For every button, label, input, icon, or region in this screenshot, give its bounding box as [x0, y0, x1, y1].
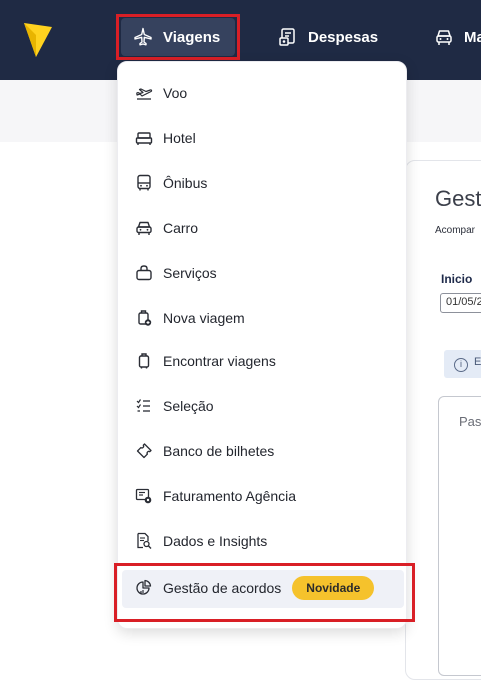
car-icon [434, 27, 454, 47]
report-search-icon [135, 532, 153, 550]
menu-item-label: Hotel [163, 130, 196, 146]
highlight-frame-viagens [116, 14, 240, 60]
menu-item-banco-de-bilhetes[interactable]: Banco de bilhetes [135, 440, 274, 462]
panel-label: Pas [459, 414, 481, 429]
receipt-icon [278, 27, 298, 47]
menu-item-label: Nova viagem [163, 310, 245, 326]
bus-icon [135, 174, 153, 192]
menu-item-servicos[interactable]: Serviços [135, 262, 217, 284]
nav-despesas-label: Despesas [308, 28, 379, 46]
car-icon [135, 219, 153, 237]
menu-item-label: Encontrar viagens [163, 353, 276, 369]
menu-item-encontrar-viagens[interactable]: Encontrar viagens [135, 350, 276, 372]
bag-icon [135, 264, 153, 282]
invoice-gear-icon [135, 487, 153, 505]
menu-item-label: Faturamento Agência [163, 488, 297, 504]
info-icon: i [454, 358, 468, 372]
page-title: Gest [435, 186, 481, 211]
plane-takeoff-icon [135, 84, 153, 102]
luggage-icon [135, 352, 153, 370]
highlight-frame-gestao-de-acordos [114, 563, 415, 622]
nav-more-label: Ma [464, 28, 481, 46]
menu-item-onibus[interactable]: Ônibus [135, 172, 207, 194]
menu-item-faturamento-agencia[interactable]: Faturamento Agência [135, 485, 296, 507]
menu-item-carro[interactable]: Carro [135, 217, 198, 239]
menu-item-label: Banco de bilhetes [163, 443, 275, 459]
menu-item-selecao[interactable]: Seleção [135, 395, 214, 417]
bed-icon [135, 129, 153, 147]
menu-item-nova-viagem[interactable]: Nova viagem [135, 307, 245, 329]
luggage-add-icon [135, 309, 153, 327]
menu-item-hotel[interactable]: Hotel [135, 127, 196, 149]
menu-item-voo[interactable]: Voo [135, 82, 187, 104]
menu-item-label: Serviços [163, 265, 217, 281]
info-text: E [474, 356, 481, 368]
info-banner: iE [444, 350, 481, 378]
menu-item-label: Carro [163, 220, 199, 236]
nav-despesas[interactable]: Despesas [278, 18, 378, 56]
menu-item-label: Dados e Insights [163, 533, 268, 549]
logo-arrow-icon[interactable] [22, 17, 54, 59]
start-date-label: Inicio [441, 272, 473, 286]
menu-item-label: Ônibus [163, 175, 208, 191]
start-date-input[interactable]: 01/05/2 [440, 293, 481, 313]
checklist-icon [135, 397, 153, 415]
menu-item-dados-e-insights[interactable]: Dados e Insights [135, 530, 267, 552]
page-subtitle: Acompar [435, 225, 476, 236]
menu-item-label: Voo [163, 85, 188, 101]
ticket-icon [135, 442, 153, 460]
menu-item-label: Seleção [163, 398, 214, 414]
nav-more[interactable]: Ma [434, 18, 481, 56]
content-panel [438, 396, 481, 676]
